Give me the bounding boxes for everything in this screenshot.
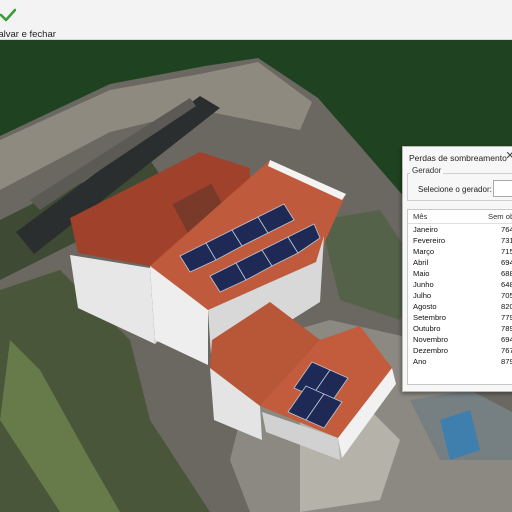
- table-row[interactable]: Dezembro 767,: [408, 345, 512, 356]
- month-cell: Janeiro: [413, 225, 438, 234]
- value-cell: 648,: [501, 280, 512, 289]
- table-row[interactable]: Abril 694,: [408, 257, 512, 268]
- value-cell: 779,: [501, 313, 512, 322]
- table-row[interactable]: Janeiro 764,: [408, 224, 512, 235]
- generator-select[interactable]: [493, 180, 512, 197]
- save-close-label: Salvar e fechar: [0, 29, 56, 40]
- month-cell: Novembro: [413, 335, 449, 344]
- select-generator-label: Selecione o gerador:: [418, 185, 492, 194]
- close-icon[interactable]: ✕: [503, 149, 512, 163]
- table-body: Janeiro 764, Fevereiro 731, Março 715, Abril 69…: [408, 224, 512, 367]
- table-row[interactable]: Agosto 820,: [408, 301, 512, 312]
- month-cell: Dezembro: [413, 346, 449, 355]
- column-header-without-obstacles[interactable]: Sem obs: [488, 210, 512, 223]
- month-cell: Outubro: [413, 324, 441, 333]
- month-cell: Ano: [413, 357, 427, 366]
- month-cell: Setembro: [413, 313, 446, 322]
- month-cell: Maio: [413, 269, 430, 278]
- shading-losses-panel: Perdas de sombreamento ✕ Gerador Selecio…: [402, 146, 512, 392]
- table-row[interactable]: Junho 648,: [408, 279, 512, 290]
- panel-title: Perdas de sombreamento: [409, 153, 507, 163]
- table-row[interactable]: Setembro 779,: [408, 312, 512, 323]
- value-cell: 694,: [501, 335, 512, 344]
- column-header-month[interactable]: Mês: [413, 210, 427, 223]
- month-cell: Julho: [413, 291, 432, 300]
- month-cell: Fevereiro: [413, 236, 446, 245]
- table-row[interactable]: Julho 705,: [408, 290, 512, 301]
- value-cell: 8798,: [501, 357, 512, 366]
- table-row[interactable]: Outubro 789,: [408, 323, 512, 334]
- value-cell: 705,: [501, 291, 512, 300]
- table-row[interactable]: Maio 688,: [408, 268, 512, 279]
- value-cell: 764,: [501, 225, 512, 234]
- checkmark-icon: [0, 8, 16, 22]
- table-row[interactable]: Março 715,: [408, 246, 512, 257]
- generator-group-label: Gerador: [410, 166, 444, 175]
- save-close-button[interactable]: Salvar e fechar: [0, 4, 60, 40]
- table-row[interactable]: Fevereiro 731,: [408, 235, 512, 246]
- table-row[interactable]: Ano 8798,: [408, 356, 512, 367]
- month-cell: Agosto: [413, 302, 437, 311]
- value-cell: 820,: [501, 302, 512, 311]
- value-cell: 789,: [501, 324, 512, 333]
- month-cell: Abril: [413, 258, 429, 267]
- toolbar: Salvar e fechar: [0, 0, 512, 40]
- value-cell: 715,: [501, 247, 512, 256]
- table-row[interactable]: Novembro 694,: [408, 334, 512, 345]
- month-cell: Junho: [413, 280, 434, 289]
- value-cell: 694,: [501, 258, 512, 267]
- month-cell: Março: [413, 247, 435, 256]
- value-cell: 688,: [501, 269, 512, 278]
- value-cell: 731,: [501, 236, 512, 245]
- shading-losses-table: Mês Sem obs Janeiro764,Fevereiro731,Març…: [407, 209, 512, 385]
- value-cell: 767,: [501, 346, 512, 355]
